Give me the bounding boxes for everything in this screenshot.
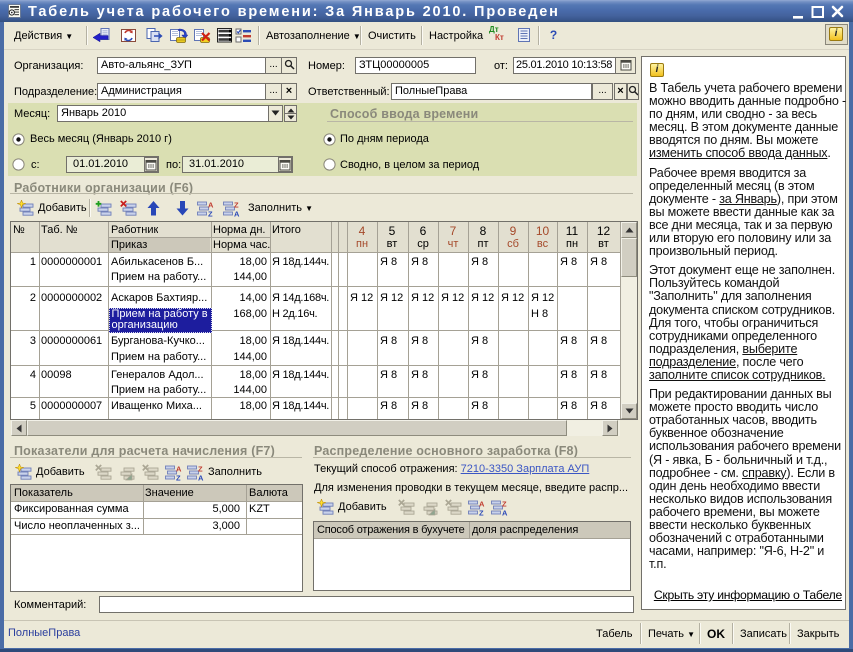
svg-text:Z: Z [208, 210, 213, 219]
svg-text:A: A [198, 474, 204, 483]
svg-text:Z: Z [176, 474, 181, 483]
svg-text:A: A [208, 201, 214, 210]
svg-text:Z: Z [502, 500, 507, 509]
svg-text:Z: Z [479, 509, 484, 518]
svg-text:Z: Z [198, 465, 203, 474]
svg-text:A: A [479, 500, 485, 509]
svg-text:A: A [234, 210, 240, 219]
svg-text:A: A [502, 509, 508, 518]
svg-text:Z: Z [234, 201, 239, 210]
svg-text:A: A [176, 465, 182, 474]
